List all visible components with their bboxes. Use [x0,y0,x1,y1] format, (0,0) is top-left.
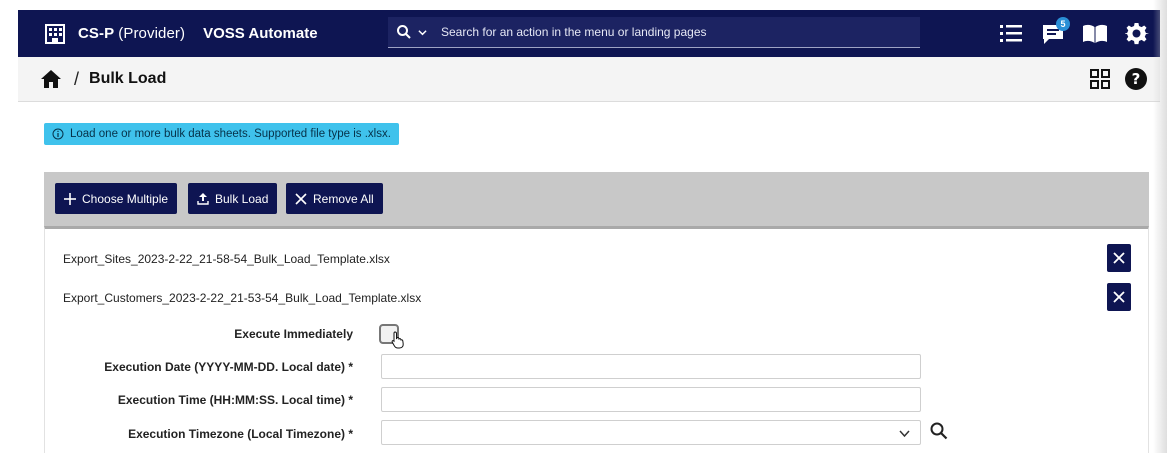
execution-timezone-label: Execution Timezone (Local Timezone) * [128,427,353,441]
settings-button[interactable] [1124,21,1150,47]
window-shadow [1153,0,1167,453]
topbar-actions: 5 [998,10,1150,57]
remove-file-button[interactable] [1107,244,1131,272]
execution-time-label: Execution Time (HH:MM:SS. Local time) * [117,393,353,407]
breadcrumb-separator: / [74,68,80,89]
building-icon[interactable] [44,23,66,45]
file-item: Export_Customers_2023-2-22_21-53-54_Bulk… [63,291,422,305]
upload-icon [197,192,209,205]
close-icon [1113,252,1125,264]
info-icon [52,128,64,140]
remove-file-button[interactable] [1107,283,1131,311]
bulk-load-label: Bulk Load [215,191,269,206]
svg-text:?: ? [1132,70,1141,88]
search-input[interactable]: Search for an action in the menu or land… [441,25,707,39]
page-title: Bulk Load [89,70,167,87]
app-title: VOSS Automate [203,25,318,42]
choose-multiple-button[interactable]: Choose Multiple [55,183,178,214]
menu-list-icon[interactable] [998,21,1024,47]
remove-all-button[interactable]: Remove All [286,183,383,214]
info-message: Load one or more bulk data sheets. Suppo… [70,128,391,140]
remove-all-label: Remove All [313,191,374,206]
breadcrumb: / Bulk Load ? [18,57,1160,102]
tenant-role: (Provider) [118,25,186,42]
list-icon [1000,24,1022,42]
file-item: Export_Sites_2023-2-22_21-58-54_Bulk_Loa… [63,252,390,266]
top-navigation-bar: CS-P (Provider) VOSS Automate Search for… [18,10,1160,57]
execution-date-label: Execution Date (YYYY-MM-DD. Local date) … [104,360,353,374]
bulk-load-button[interactable]: Bulk Load [188,183,278,214]
tenant-selector[interactable]: CS-P (Provider) [78,25,185,42]
home-icon[interactable] [40,69,62,89]
search-icon[interactable] [929,421,949,441]
global-search[interactable]: Search for an action in the menu or land… [388,17,920,48]
execution-date-field[interactable] [381,354,921,379]
help-icon[interactable]: ? [1124,67,1148,91]
close-icon [295,192,307,205]
book-icon [1083,24,1107,43]
file-list-panel: Export_Sites_2023-2-22_21-58-54_Bulk_Loa… [44,226,1149,453]
execute-immediately-label: Execute Immediately [234,327,353,341]
breadcrumb-actions: ? [1090,67,1148,91]
search-icon[interactable] [396,24,412,40]
plus-icon [64,192,76,205]
documentation-button[interactable] [1082,21,1108,47]
notification-badge: 5 [1056,16,1070,31]
app-window: CS-P (Provider) VOSS Automate Search for… [0,0,1167,453]
execution-timezone-select[interactable] [381,420,921,445]
close-icon [1113,291,1125,303]
chevron-down-icon[interactable] [899,428,910,439]
bulk-load-toolbar: Choose Multiple Bulk Load Remove All [44,172,1149,226]
info-banner: Load one or more bulk data sheets. Suppo… [44,123,399,145]
notifications-button[interactable]: 5 [1040,16,1070,47]
gear-icon [1125,22,1149,44]
chevron-down-icon[interactable] [418,28,427,37]
grid-icon[interactable] [1090,69,1110,89]
tenant-name: CS-P [78,25,114,42]
hand-cursor-icon [391,331,404,349]
execution-time-field[interactable] [381,387,921,412]
choose-multiple-label: Choose Multiple [82,191,169,206]
